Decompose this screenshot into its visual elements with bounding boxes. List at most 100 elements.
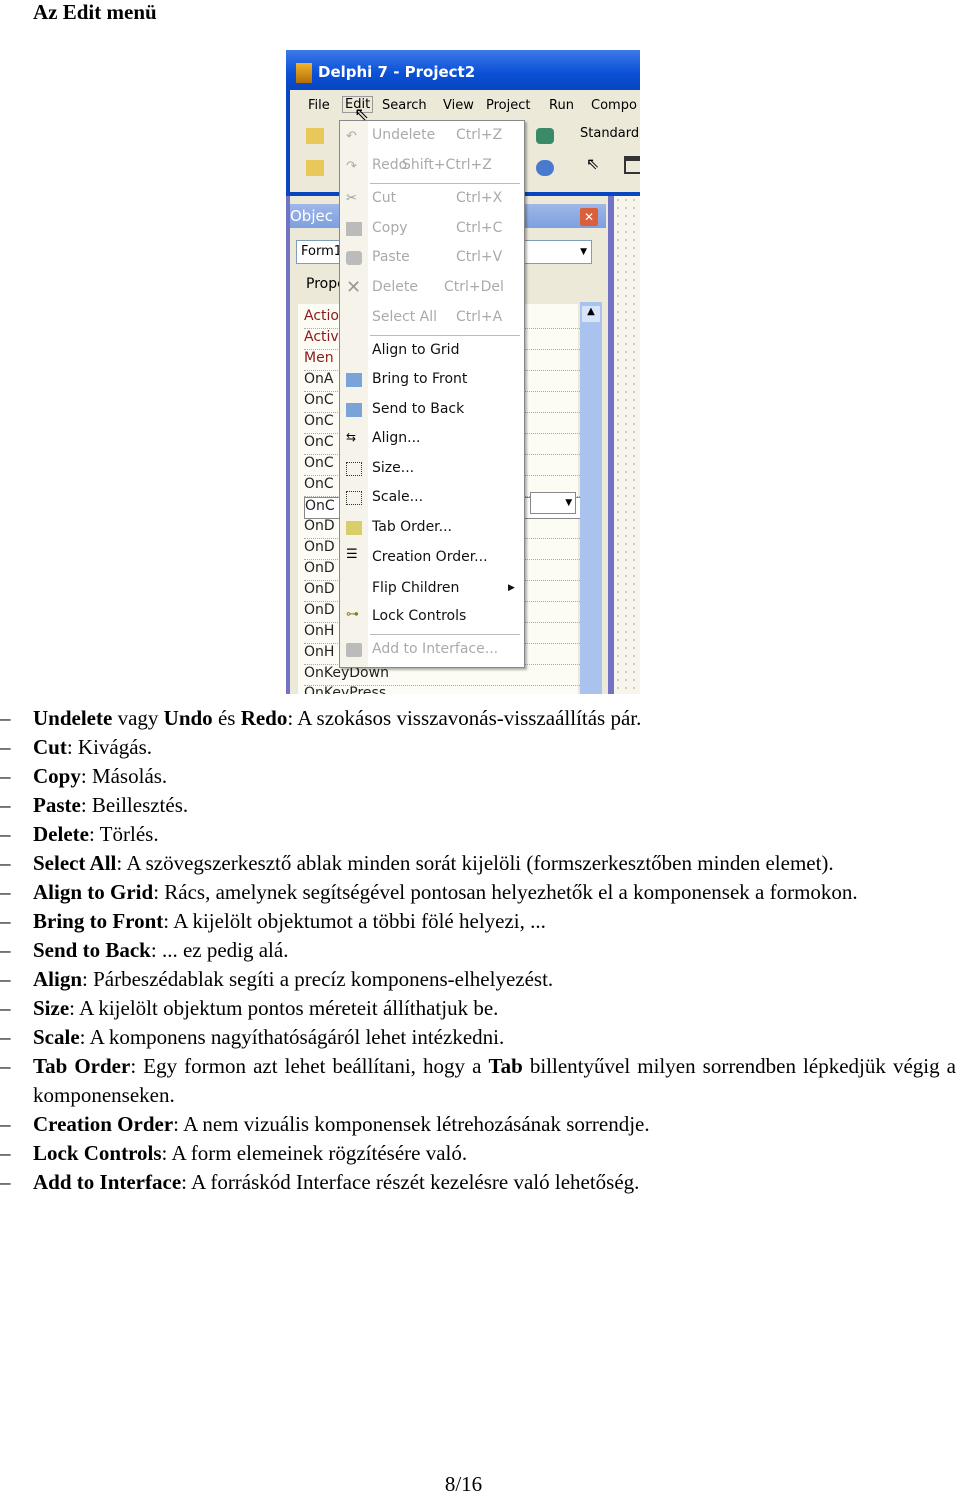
menu-item-align-to-grid[interactable]: Align to Grid [372, 342, 522, 358]
title-bar: Delphi 7 - Project2 [286, 50, 640, 90]
list-item: Paste: Beillesztés. [0, 791, 956, 820]
menu-search[interactable]: Search [382, 98, 427, 113]
label: Undelete [372, 127, 436, 143]
menu-item-redo[interactable]: Redo Shift+Ctrl+Z [372, 157, 522, 173]
menu-run[interactable]: Run [549, 98, 574, 113]
term: Undo [163, 706, 213, 730]
shortcut: Ctrl+X [456, 190, 503, 206]
menu-item-add-to-interface[interactable]: Add to Interface... [372, 641, 522, 657]
menu-item-copy[interactable]: Copy Ctrl+C [372, 220, 522, 236]
close-icon[interactable]: ✕ [580, 208, 598, 226]
shortcut: Shift+Ctrl+Z [402, 157, 492, 173]
pointer-icon[interactable]: ⇖ [586, 154, 599, 173]
separator [370, 183, 520, 184]
description: vagy [112, 706, 164, 730]
description: : Kivágás. [66, 735, 152, 759]
menu-item-creation-order[interactable]: Creation Order... [372, 549, 522, 565]
list-item: Delete: Törlés. [0, 820, 956, 849]
description: : A szokásos visszavonás-visszaállítás p… [287, 706, 642, 730]
new-icon[interactable] [306, 128, 324, 144]
term: Add to Interface [33, 1170, 182, 1194]
shortcut: Ctrl+Z [456, 127, 503, 143]
menu-item-select-all[interactable]: Select All Ctrl+A [372, 309, 522, 325]
term: Creation Order [33, 1112, 174, 1136]
form-designer-grid[interactable] [608, 196, 640, 694]
menu-bar: File Edit Search View Project Run Compo [286, 90, 640, 120]
document-page: Az Edit menü Delphi 7 - Project2 File Ed… [0, 0, 960, 1498]
submenu-arrow-icon: ▶ [508, 583, 515, 593]
open-icon[interactable] [306, 160, 324, 176]
bring-front-icon [346, 373, 362, 387]
menu-item-undelete[interactable]: Undelete Ctrl+Z [372, 127, 522, 143]
interface-icon [346, 643, 362, 657]
frame-icon[interactable] [624, 156, 640, 174]
redo-icon: ↷ [346, 159, 357, 174]
run-icon[interactable] [536, 160, 554, 176]
menu-item-delete[interactable]: Delete Ctrl+Del [372, 279, 522, 295]
menu-item-size[interactable]: Size... [372, 460, 522, 476]
shortcut: Ctrl+A [456, 309, 503, 325]
term: Delete [33, 822, 89, 846]
list-item: Align: Párbeszédablak segíti a precíz ko… [0, 965, 956, 994]
menu-item-scale[interactable]: Scale... [372, 489, 522, 505]
shortcut: Ctrl+Del [444, 279, 504, 295]
send-back-icon [346, 403, 362, 417]
size-icon [346, 462, 362, 476]
term: Tab Order [33, 1054, 131, 1078]
description: : Törlés. [88, 822, 159, 846]
delphi-screenshot: Delphi 7 - Project2 File Edit Search Vie… [286, 50, 640, 694]
palette-tab-standard[interactable]: Standard [580, 126, 639, 141]
scroll-up-icon[interactable]: ▲ [582, 306, 600, 322]
description: : Másolás. [80, 764, 168, 788]
tab-order-icon [346, 521, 362, 535]
event-dropdown-chevron-icon[interactable]: ▼ [530, 492, 576, 514]
menu-item-cut[interactable]: Cut Ctrl+X [372, 190, 522, 206]
description: : Párbeszédablak segíti a precíz kompone… [82, 967, 554, 991]
scrollbar[interactable]: ▲ [580, 302, 602, 694]
description: és [212, 706, 241, 730]
object-selector-value: Form1 [301, 244, 343, 259]
menu-item-bring-to-front[interactable]: Bring to Front [372, 371, 522, 387]
list-item[interactable]: OnKeyPress [304, 685, 584, 694]
copy-icon [346, 222, 362, 236]
menu-component[interactable]: Compo [591, 98, 637, 113]
term: Redo [240, 706, 288, 730]
label: Copy [372, 220, 408, 236]
term: Cut [33, 735, 67, 759]
menu-file[interactable]: File [308, 98, 330, 113]
menu-item-tab-order[interactable]: Tab Order... [372, 519, 522, 535]
list-item[interactable]: OnKeyDown [304, 665, 584, 686]
menu-item-lock-controls[interactable]: Lock Controls [372, 608, 522, 624]
creation-order-icon: ☰ [346, 547, 358, 562]
list-item: Tab Order: Egy formon azt lehet beállíta… [0, 1052, 956, 1110]
menu-project[interactable]: Project [486, 98, 530, 113]
list-item: Lock Controls: A form elemeinek rögzítés… [0, 1139, 956, 1168]
help-book-icon[interactable] [536, 128, 554, 144]
term: Lock Controls [33, 1141, 162, 1165]
menu-item-align[interactable]: Align... [372, 430, 522, 446]
shortcut: Ctrl+V [456, 249, 503, 265]
menu-item-send-to-back[interactable]: Send to Back [372, 401, 522, 417]
term: Bring to Front [33, 909, 164, 933]
description: : ... ez pedig alá. [150, 938, 289, 962]
list-item: Size: A kijelölt objektum pontos méretei… [0, 994, 956, 1023]
list-item: Bring to Front: A kijelölt objektumot a … [0, 907, 956, 936]
menu-item-flip-children[interactable]: Flip Children ▶ [372, 580, 522, 596]
delete-x-icon: ✕ [346, 277, 362, 298]
chevron-down-icon[interactable]: ▼ [580, 241, 587, 263]
paste-icon [346, 251, 362, 265]
description: : A forráskód Interface részét kezelésre… [181, 1170, 640, 1194]
description: : Beillesztés. [80, 793, 189, 817]
description: : A form elemeinek rögzítésére való. [161, 1141, 468, 1165]
label: Delete [372, 279, 418, 295]
term: Scale [33, 1025, 80, 1049]
key-icon: ⊶ [346, 607, 359, 622]
term: Undelete [33, 706, 113, 730]
label: Cut [372, 190, 397, 206]
menu-view[interactable]: View [443, 98, 474, 113]
term: Align [33, 967, 83, 991]
menu-item-paste[interactable]: Paste Ctrl+V [372, 249, 522, 265]
description: : A komponens nagyíthatóságáról lehet in… [79, 1025, 505, 1049]
shortcut: Ctrl+C [456, 220, 503, 236]
list-item: Copy: Másolás. [0, 762, 956, 791]
